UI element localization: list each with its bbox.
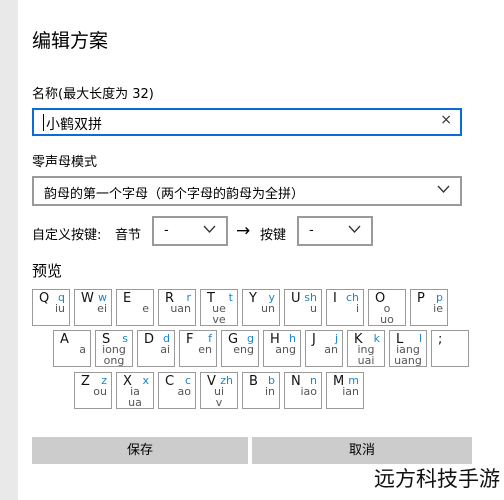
key-d: Dd ai <box>137 330 175 367</box>
key-dropdown[interactable]: - <box>297 216 373 246</box>
key-final: in <box>264 385 275 398</box>
key-w: Ww ei <box>74 289 112 326</box>
key-final: en <box>198 343 212 356</box>
key-u: Ush u <box>284 289 322 326</box>
cancel-button[interactable]: 取消 <box>252 437 472 464</box>
syllable-dropdown[interactable]: - <box>152 216 228 246</box>
key-m: Mm ian <box>326 372 364 409</box>
key-s: Ss iong ong <box>95 330 133 367</box>
edit-scheme-dialog: 编辑方案 名称(最大长度为 32) 小鹤双拼 × 零声母模式 韵母的第一个字母（… <box>18 0 504 500</box>
key-value: - <box>309 223 314 238</box>
key-final: uan <box>170 302 191 315</box>
preview-label: 预览 <box>32 262 63 280</box>
key-y: Yy un <box>242 289 280 326</box>
key-c: Cc ao <box>158 372 196 409</box>
key-final: ian <box>342 385 359 398</box>
key-h: Hh ang <box>263 330 301 367</box>
name-input[interactable]: 小鹤双拼 × <box>32 108 462 136</box>
key-letter: ; <box>438 332 443 347</box>
key-j: Jj an <box>305 330 343 367</box>
key-final: v <box>215 396 223 409</box>
arrow-right-icon: → <box>236 221 251 241</box>
dialog-title: 编辑方案 <box>32 30 109 52</box>
key-final: iu <box>54 302 65 315</box>
key-final: u <box>310 302 317 315</box>
text-caret <box>43 114 44 131</box>
key-z: Zz ou <box>74 372 112 409</box>
chevron-down-icon <box>348 225 361 233</box>
key-final: a <box>79 343 86 356</box>
watermark: 远方科技手游 <box>374 467 500 491</box>
key-final: uo <box>380 313 394 326</box>
key-final: i <box>355 302 359 315</box>
key-final: uai <box>357 354 375 367</box>
key-k: Kk ing uai <box>347 330 385 367</box>
key-o: Oo uo <box>368 289 406 326</box>
zero-initial-mode-dropdown[interactable]: 韵母的第一个字母（两个字母的韵母为全拼） <box>32 176 462 206</box>
key-final: ai <box>160 343 170 356</box>
save-button[interactable]: 保存 <box>32 437 248 464</box>
key-final: an <box>324 343 338 356</box>
key-x: Xx ia ua <box>116 372 154 409</box>
mode-value: 韵母的第一个字母（两个字母的韵母为全拼） <box>44 187 305 202</box>
key-i: Ich i <box>326 289 364 326</box>
chevron-down-icon <box>203 225 216 233</box>
key-final: iao <box>300 385 317 398</box>
key-n: Nn iao <box>284 372 322 409</box>
name-label: 名称(最大长度为 32) <box>32 87 154 102</box>
syllable-label: 音节 <box>115 228 142 243</box>
custom-key-label: 自定义按键: <box>32 228 102 243</box>
key-final: ao <box>177 385 191 398</box>
key-final: ang <box>275 343 296 356</box>
key-b: Bb in <box>242 372 280 409</box>
syllable-value: - <box>164 223 169 238</box>
key-r: Rr uan <box>158 289 196 326</box>
key-final: ong <box>103 354 125 367</box>
key-final: ie <box>433 302 443 315</box>
key-final: uang <box>394 354 422 367</box>
key-e: Ee <box>116 289 154 326</box>
key-p: Pp ie <box>410 289 448 326</box>
key-q: Qq iu <box>32 289 70 326</box>
key-label: 按键 <box>260 228 287 243</box>
chevron-down-icon <box>437 185 450 193</box>
key-t: Tt ue ve <box>200 289 238 326</box>
key-l: Ll iang uang <box>389 330 427 367</box>
key-g: Gg eng <box>221 330 259 367</box>
name-input-value: 小鹤双拼 <box>46 117 102 133</box>
key-a: Aa <box>53 330 91 367</box>
clear-icon[interactable]: × <box>440 112 452 128</box>
key-final: ua <box>128 396 142 409</box>
key-v: Vzh ui v <box>200 372 238 409</box>
key-final: eng <box>233 343 254 356</box>
key-final: e <box>142 302 149 315</box>
key-final: ve <box>212 313 226 326</box>
key-final: ei <box>97 302 107 315</box>
key-f: Ff en <box>179 330 217 367</box>
mode-label: 零声母模式 <box>32 155 98 170</box>
key-semicolon: ; <box>431 330 469 367</box>
key-final: ou <box>93 385 107 398</box>
key-final: un <box>261 302 275 315</box>
